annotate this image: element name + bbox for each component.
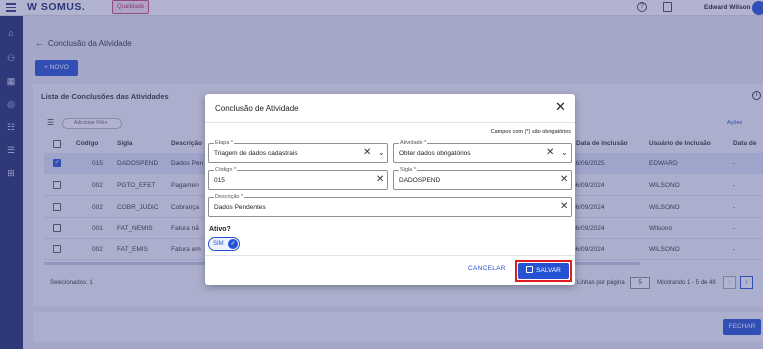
dialog-title: Conclusão de Atividade [215, 104, 299, 113]
clear-icon[interactable]: ✕ [560, 202, 568, 212]
descricao-label: Descrição * [214, 193, 245, 201]
clear-icon[interactable]: ✕ [560, 175, 568, 185]
etapa-value: Triagem de dados cadastrais [214, 150, 298, 157]
atividade-select[interactable]: Atividade * Obter dados obrigatórios ✕ ⌄ [393, 139, 572, 163]
cancel-button[interactable]: CANCELAR [468, 265, 506, 272]
sigla-field[interactable]: Sigla * DADOSPEND ✕ [393, 166, 572, 190]
divider [205, 255, 575, 256]
clear-icon[interactable]: ✕ [363, 148, 371, 158]
descricao-field[interactable]: Descrição * Dados Pendentes ✕ [208, 193, 572, 217]
activity-conclusion-dialog: Conclusão de Atividade ✕ Campos com (*) … [205, 94, 575, 285]
save-button[interactable]: SALVAR [518, 263, 569, 279]
etapa-label: Etapa * [214, 139, 235, 147]
codigo-label: Código * [214, 166, 238, 174]
toggle-value: SIM [213, 241, 224, 247]
clear-icon[interactable]: ✕ [546, 148, 554, 158]
required-fields-note: Campos com (*) são obrigatórios [490, 129, 571, 135]
save-icon [526, 266, 534, 273]
sigla-value: DADOSPEND [399, 177, 441, 184]
active-toggle[interactable]: SIM ✓ [208, 237, 240, 251]
codigo-field[interactable]: Código * 015 ✕ [208, 166, 388, 190]
descricao-value: Dados Pendentes [214, 204, 266, 211]
atividade-label: Atividade * [399, 139, 428, 147]
check-icon: ✓ [228, 239, 238, 249]
etapa-select[interactable]: Etapa * Triagem de dados cadastrais ✕ ⌄ [208, 139, 388, 163]
save-button-label: SALVAR [536, 267, 561, 274]
codigo-value: 015 [214, 177, 225, 184]
active-label: Ativo? [209, 226, 231, 233]
atividade-value: Obter dados obrigatórios [399, 150, 471, 157]
clear-icon[interactable]: ✕ [376, 175, 384, 185]
chevron-down-icon[interactable]: ⌄ [378, 148, 385, 158]
sigla-label: Sigla * [399, 166, 417, 174]
close-icon[interactable]: ✕ [555, 100, 566, 113]
chevron-down-icon[interactable]: ⌄ [561, 148, 568, 158]
divider [205, 122, 575, 123]
